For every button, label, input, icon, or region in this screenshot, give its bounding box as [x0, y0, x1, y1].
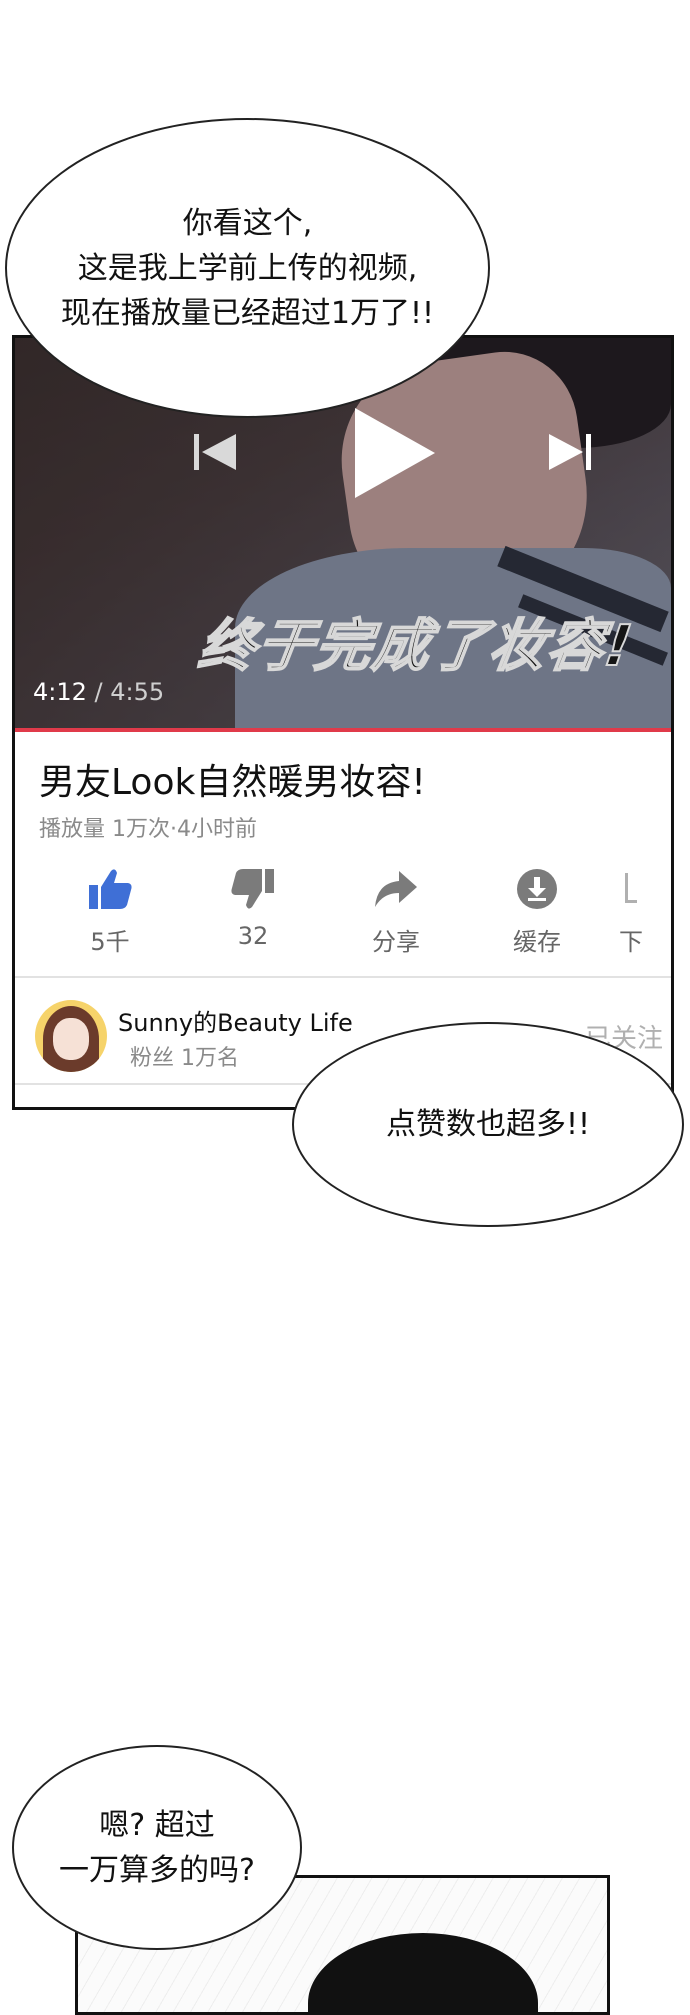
more-button[interactable]: 下 [619, 866, 671, 957]
share-icon [341, 866, 451, 912]
download-label: 缓存 [513, 928, 561, 956]
speech-bubble-intro: 你看这个, 这是我上学前上传的视频, 现在播放量已经超过1万了!! [5, 118, 490, 418]
thumbs-up-icon [55, 866, 165, 912]
channel-avatar[interactable] [35, 1000, 107, 1072]
time-total: 4:55 [110, 678, 165, 706]
time-display: 4:12 / 4:55 [33, 678, 164, 706]
download-icon [482, 866, 592, 912]
dislike-button[interactable]: 32 [198, 866, 308, 950]
download-button[interactable]: 缓存 [482, 866, 592, 957]
video-meta: 播放量 1万次·4小时前 [39, 817, 257, 842]
channel-fans: 粉丝 1万名 [130, 1046, 239, 1071]
progress-bar[interactable] [15, 728, 671, 732]
channel-name[interactable]: Sunny的Beauty Life [118, 1003, 353, 1038]
more-icon [619, 866, 671, 912]
speech-bubble-likes: 点赞数也超多!! [292, 1022, 684, 1227]
video-caption: 终于完成了妆容! [194, 613, 639, 680]
more-label: 下 [619, 928, 643, 956]
avatar-face [53, 1018, 89, 1060]
bubble-intro-text: 你看这个, 这是我上学前上传的视频, 现在播放量已经超过1万了!! [60, 205, 435, 331]
bubble-likes-text: 点赞数也超多!! [385, 1107, 591, 1142]
next-icon[interactable] [545, 428, 595, 480]
video-title: 男友Look自然暖男妆容! [39, 762, 426, 803]
time-current: 4:12 [33, 678, 87, 706]
bubble-question-text: 嗯? 超过 一万算多的吗? [59, 1807, 255, 1888]
like-button[interactable]: 5千 [55, 866, 165, 957]
thumbs-down-icon [198, 866, 308, 912]
share-label: 分享 [372, 928, 420, 956]
speech-bubble-question: 嗯? 超过 一万算多的吗? [12, 1745, 302, 1950]
play-icon[interactable] [350, 403, 440, 507]
time-separator: / [86, 678, 111, 706]
share-button[interactable]: 分享 [341, 866, 451, 957]
phone-screen: 终于完成了妆容! 4:12 / 4:55 男友Look自然暖男妆容! 播放量 1… [12, 335, 674, 1110]
previous-icon[interactable] [190, 428, 240, 480]
dislike-count: 32 [237, 922, 269, 950]
like-count: 5千 [90, 928, 130, 956]
divider [15, 976, 671, 978]
